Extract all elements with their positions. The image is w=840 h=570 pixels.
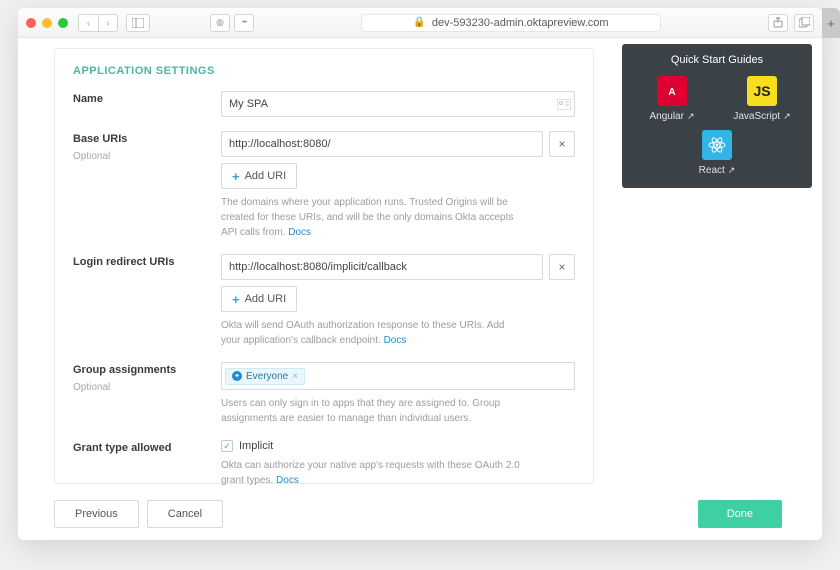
share-button[interactable] (768, 14, 788, 32)
javascript-icon: JS (747, 76, 777, 106)
grant-label: Grant type allowed (73, 440, 203, 488)
wizard-footer: Previous Cancel Done (18, 492, 822, 540)
qsg-react[interactable]: React↗ (682, 130, 752, 176)
remove-group-chip[interactable]: × (292, 371, 298, 382)
add-redirect-uri-button[interactable]: + Add URI (221, 286, 297, 312)
optional-label: Optional (73, 380, 203, 396)
remove-redirect-uri[interactable]: × (549, 254, 575, 280)
implicit-checkbox[interactable]: ✓ (221, 440, 233, 452)
svg-text:A: A (668, 87, 675, 98)
group-chip-everyone: ✦ Everyone × (225, 368, 305, 385)
grant-docs-link[interactable]: Docs (276, 475, 299, 486)
add-base-uri-button[interactable]: + Add URI (221, 163, 297, 189)
base-uris-help: The domains where your application runs.… (221, 195, 521, 240)
base-uris-label: Base URIs Optional (73, 131, 203, 240)
section-title: APPLICATION SETTINGS (73, 65, 575, 77)
tabs-button[interactable] (794, 14, 814, 32)
groups-label: Group assignments Optional (73, 362, 203, 426)
groups-help: Users can only sign in to apps that they… (221, 396, 521, 426)
new-tab-button[interactable]: + (822, 8, 840, 38)
redirect-uri-input[interactable] (221, 254, 543, 280)
forward-button[interactable]: › (98, 14, 118, 32)
previous-button[interactable]: Previous (54, 500, 139, 528)
external-link-icon: ↗ (783, 111, 791, 122)
angular-icon: A (657, 76, 687, 106)
lock-icon: 🔒 (413, 17, 425, 28)
qsg-title: Quick Start Guides (630, 54, 804, 66)
react-icon (702, 130, 732, 160)
quick-start-guides: Quick Start Guides A Angular↗ JS JavaScr… (622, 44, 812, 188)
name-input[interactable] (221, 91, 575, 117)
plus-icon: + (232, 171, 240, 182)
back-button[interactable]: ‹ (78, 14, 98, 32)
name-label: Name (73, 91, 203, 117)
base-uri-input[interactable] (221, 131, 543, 157)
extension-2[interactable]: ••• (234, 14, 254, 32)
plus-icon: + (232, 294, 240, 305)
group-icon: ✦ (232, 371, 242, 381)
window-controls (26, 18, 68, 28)
qsg-javascript[interactable]: JS JavaScript↗ (727, 76, 797, 122)
base-uris-docs-link[interactable]: Docs (288, 227, 311, 238)
optional-label: Optional (73, 149, 203, 165)
titlebar: ‹ › ◍ ••• 🔒 dev-593230-admin.oktapreview… (18, 8, 822, 38)
minimize-window[interactable] (42, 18, 52, 28)
done-button[interactable]: Done (698, 500, 782, 528)
remove-base-uri[interactable]: × (549, 131, 575, 157)
group-assignments-input[interactable]: ✦ Everyone × (221, 362, 575, 390)
sidebar-toggle[interactable] (126, 14, 150, 32)
browser-window: ‹ › ◍ ••• 🔒 dev-593230-admin.oktapreview… (18, 8, 822, 540)
qsg-angular[interactable]: A Angular↗ (637, 76, 707, 122)
close-window[interactable] (26, 18, 36, 28)
address-bar[interactable]: 🔒 dev-593230-admin.oktapreview.com (361, 14, 661, 32)
url-text: dev-593230-admin.oktapreview.com (432, 17, 609, 29)
page-content: APPLICATION SETTINGS Name Base URIs Opti… (18, 38, 822, 492)
redirect-label: Login redirect URIs (73, 254, 203, 348)
external-link-icon: ↗ (687, 111, 695, 122)
redirect-docs-link[interactable]: Docs (384, 335, 407, 346)
zoom-window[interactable] (58, 18, 68, 28)
cancel-button[interactable]: Cancel (147, 500, 223, 528)
extension-1[interactable]: ◍ (210, 14, 230, 32)
redirect-help: Okta will send OAuth authorization respo… (221, 318, 521, 348)
settings-panel: APPLICATION SETTINGS Name Base URIs Opti… (54, 48, 594, 484)
external-link-icon: ↗ (728, 165, 736, 176)
grant-help: Okta can authorize your native app's req… (221, 458, 521, 488)
implicit-label: Implicit (239, 440, 273, 452)
